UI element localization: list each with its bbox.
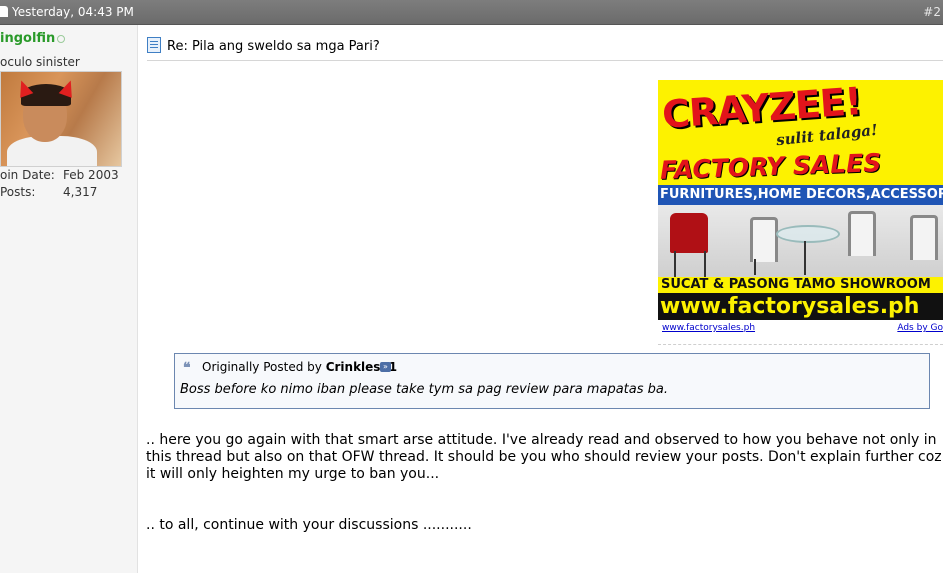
ad-footer-link[interactable]: www.factorysales.ph (662, 321, 755, 335)
ad-divider (658, 344, 943, 346)
post-message: .. here you go again with that smart ars… (146, 432, 943, 534)
title-divider (147, 60, 943, 61)
post-number-link[interactable]: #2 (923, 0, 941, 24)
avatar[interactable] (0, 71, 122, 167)
quote-box: ❝ Originally Posted by Crinkles11 » Boss… (174, 353, 930, 409)
post-title: Re: Pila ang sweldo sa mga Pari? (167, 39, 380, 54)
quote-icon: ❝ (183, 360, 191, 376)
user-stats: oin Date: Feb 2003 Posts: 4,317 (0, 168, 137, 202)
user-title: oculo sinister (0, 55, 80, 69)
post-date: Yesterday, 04:43 PM (12, 5, 134, 19)
post-header: Yesterday, 04:43 PM #2 (0, 0, 943, 25)
join-date-label: oin Date: (0, 168, 55, 182)
ad-categories: FURNITURES,HOME DECORS,ACCESSORIE (658, 185, 943, 205)
message-paragraph: .. here you go again with that smart ars… (146, 432, 942, 482)
user-info-panel: ingolfin oculo sinister oin Date: Feb 20… (0, 25, 138, 573)
ad-banner-image[interactable]: CRAYZEE! sulit talaga! FACTORY SALES FUR… (658, 80, 943, 320)
posts-label: Posts: (0, 185, 36, 199)
ad-footer: www.factorysales.ph Ads by Go (658, 321, 943, 335)
quote-text: Boss before ko nimo iban please take tym… (180, 382, 668, 397)
document-icon (147, 37, 161, 53)
quote-header: Originally Posted by Crinkles11 (202, 360, 397, 374)
advertisement[interactable]: CRAYZEE! sulit talaga! FACTORY SALES FUR… (658, 80, 943, 345)
ad-furniture-photo (658, 205, 943, 277)
ad-brand: FACTORY SALES (659, 148, 882, 185)
offline-status-icon (57, 35, 65, 43)
username-link[interactable]: ingolfin (0, 31, 55, 46)
ad-url: www.factorysales.ph (658, 293, 943, 320)
posts-count: 4,317 (63, 185, 98, 199)
document-icon (0, 6, 8, 17)
message-paragraph: .. to all, continue with your discussion… (146, 517, 472, 533)
join-date-value: Feb 2003 (63, 168, 119, 182)
ads-by-google-link[interactable]: Ads by Go (897, 321, 943, 335)
view-post-arrow-icon[interactable]: » (380, 362, 391, 372)
ad-showroom: SUCAT & PASONG TAMO SHOWROOM (658, 277, 943, 293)
quote-prefix: Originally Posted by (202, 360, 322, 374)
